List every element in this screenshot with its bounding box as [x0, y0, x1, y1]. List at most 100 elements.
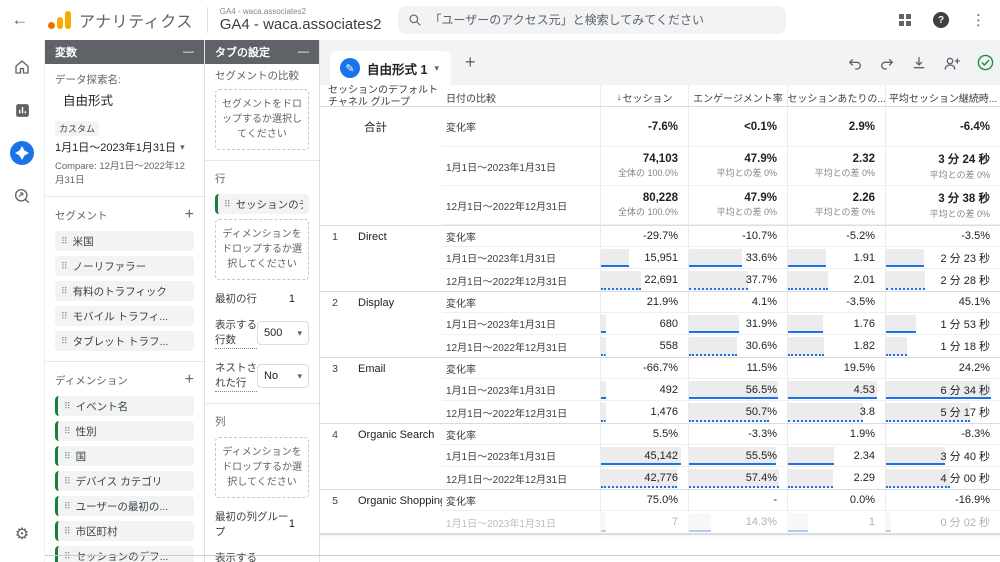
segment-drop-zone[interactable]: セグメントをドロップするか選択してください [215, 89, 309, 150]
dimension-chip[interactable]: ⠿性別 [55, 421, 194, 441]
segment-chip[interactable]: ⠿ノーリファラー [55, 256, 194, 276]
metric-subtext: 平均との差 0% [717, 205, 777, 218]
data-bar [886, 271, 925, 290]
period-row: 1月1日～2023年1月31日45,14255.5%2.343 分 40 秒 [320, 445, 1000, 467]
metric-value: 15,951 [644, 252, 678, 264]
status-ok-button[interactable] [977, 54, 994, 71]
share-users-icon [943, 55, 961, 71]
exploration-canvas: ✎ 自由形式 1 ▾ + [320, 40, 1000, 562]
column-dimension-drop-zone[interactable]: ディメンションをドロップするか選択してください [215, 437, 309, 498]
tab-free-form[interactable]: ✎ 自由形式 1 ▾ [330, 51, 451, 85]
exploration-name-value[interactable]: 自由形式 [63, 90, 194, 109]
metric-cell: 3 分 24 秒平均との差 0% [885, 147, 1000, 186]
nested-rows-label: ネストされた行 [215, 360, 257, 392]
change-rate-label: 変化率 [442, 490, 600, 511]
search-input[interactable] [430, 13, 776, 27]
row-dimension-drop-zone[interactable]: ディメンションをドロップするか選択してください [215, 219, 309, 280]
channel-name [350, 313, 442, 335]
minimize-icon[interactable]: — [298, 46, 309, 58]
nested-rows-select[interactable]: No ▾ [257, 364, 309, 388]
segment-chip[interactable]: ⠿米国 [55, 231, 194, 251]
change-value: 0.0% [787, 490, 885, 511]
settings-gear-icon[interactable]: ⚙ [15, 524, 29, 544]
column-header-date-comparison[interactable]: 日付の比較 [442, 85, 600, 109]
column-header-avg-session-duration[interactable]: 平均セッション継続時... [885, 85, 1000, 109]
chip-label: 有料のトラフィック [73, 284, 167, 299]
metric-subtext: 平均との差 0% [930, 168, 990, 181]
dimension-chip[interactable]: ⠿イベント名 [55, 396, 194, 416]
property-name: GA4 - waca.associates2 [220, 17, 382, 34]
metric-cell: 45,142 [600, 445, 688, 467]
undo-button[interactable] [847, 55, 863, 71]
property-selector[interactable]: GA4 - waca.associates2 GA4 - waca.associ… [207, 7, 382, 33]
apps-grid-icon[interactable] [899, 14, 911, 26]
change-value: -3.3% [688, 424, 787, 445]
column-header-sessions-per-user[interactable]: セッションあたりの... [787, 85, 885, 109]
analytics-logo-icon[interactable] [48, 11, 71, 29]
dimension-chip[interactable]: ⠿セッションのデフ... [55, 546, 194, 562]
nav-home[interactable] [9, 54, 35, 80]
back-arrow-icon[interactable]: ← [0, 10, 40, 30]
add-segment-button[interactable]: + [185, 207, 194, 223]
download-button[interactable] [911, 55, 927, 71]
change-rate-row: 5Organic Shopping変化率75.0%-0.0%-16.9% [320, 490, 1000, 511]
metric-cell: 7 [600, 511, 688, 533]
row-dimension-chip[interactable]: ⠿セッションのデフ... [215, 194, 309, 214]
column-header-channel-group[interactable]: セッションのデフォルト チャネル グループ [320, 85, 442, 109]
metric-subtext: 全体の 100.0% [618, 166, 678, 179]
period-row: 1月1日～2023年1月31日49256.5%4.536 分 34 秒 [320, 379, 1000, 401]
metric-cell: 1.91 [787, 247, 885, 269]
chip-label: ユーザーの最初の... [76, 499, 169, 514]
change-value: 1.9% [787, 424, 885, 445]
first-row-value[interactable]: 1 [289, 293, 309, 305]
change-value: 21.9% [600, 292, 688, 313]
nav-advertising[interactable] [9, 183, 35, 209]
logo-dot [48, 22, 55, 29]
add-tab-button[interactable]: + [451, 52, 490, 73]
first-column-group-value[interactable]: 1 [289, 518, 309, 530]
help-icon[interactable]: ? [933, 12, 949, 28]
metric-value: 3 分 38 秒 [938, 190, 990, 206]
period-row: 12月1日～2022年12月31日55830.6%1.821 分 18 秒 [320, 335, 1000, 357]
drag-handle-icon: ⠿ [64, 426, 71, 437]
period-row: 12月1日～2022年12月31日22,69137.7%2.012 分 28 秒 [320, 269, 1000, 291]
period-label: 12月1日～2022年12月31日 [442, 467, 600, 489]
table-header-row: セッションのデフォルト チャネル グループ 日付の比較 ↓ セッション エンゲー… [320, 85, 1000, 107]
row-index: 5 [320, 490, 350, 511]
variables-panel: 変数 — データ探索名: 自由形式 カスタム 1月1日～2023年1月31日 ▾… [45, 40, 205, 562]
date-range-selector[interactable]: 1月1日～2023年1月31日 ▾ [55, 139, 194, 155]
channel-name: Email [350, 358, 442, 379]
more-vertical-icon[interactable]: ⋮ [971, 11, 986, 29]
segments-list: ⠿米国 ⠿ノーリファラー ⠿有料のトラフィック ⠿モバイル トラフィ... ⠿タブレット… [55, 231, 194, 351]
column-header-engagement-rate[interactable]: エンゲージメント率 [688, 85, 787, 109]
segment-chip[interactable]: ⠿タブレット トラフ... [55, 331, 194, 351]
total-period-row: 1月1日～2023年1月31日74,103全体の 100.0%47.9%平均との… [320, 147, 1000, 186]
metric-value: 45,142 [644, 450, 678, 462]
change-value: 45.1% [885, 292, 1000, 313]
metric-value: 1 [869, 516, 875, 528]
segment-chip[interactable]: ⠿モバイル トラフィ... [55, 306, 194, 326]
metric-cell: 47.9%平均との差 0% [688, 186, 787, 225]
dimension-chip[interactable]: ⠿市区町村 [55, 521, 194, 541]
metric-cell: 0 分 02 秒 [885, 511, 1000, 533]
metric-cell: 3.8 [787, 401, 885, 423]
dimension-chip[interactable]: ⠿デバイス カテゴリ [55, 471, 194, 491]
dimension-chip[interactable]: ⠿国 [55, 446, 194, 466]
search-bar[interactable] [398, 6, 786, 34]
minimize-icon[interactable]: — [183, 46, 194, 58]
dimension-chip[interactable]: ⠿ユーザーの最初の... [55, 496, 194, 516]
table-row-group: 3Email変化率-66.7%11.5%19.5%24.2%1月1日～2023年… [320, 358, 1000, 424]
rows-label: 行 [215, 171, 309, 186]
period-label: 1月1日～2023年1月31日 [442, 247, 600, 269]
column-header-sessions[interactable]: ↓ セッション [600, 85, 688, 109]
segment-chip[interactable]: ⠿有料のトラフィック [55, 281, 194, 301]
metric-cell: 492 [600, 379, 688, 401]
period-label: 12月1日～2022年12月31日 [442, 269, 600, 291]
redo-button[interactable] [879, 55, 895, 71]
nav-explore-active[interactable] [9, 140, 35, 166]
edit-pencil-icon: ✎ [340, 58, 360, 78]
show-rows-select[interactable]: 500 ▾ [257, 321, 309, 345]
nav-reports[interactable] [9, 97, 35, 123]
add-dimension-button[interactable]: + [185, 372, 194, 388]
share-button[interactable] [943, 55, 961, 71]
